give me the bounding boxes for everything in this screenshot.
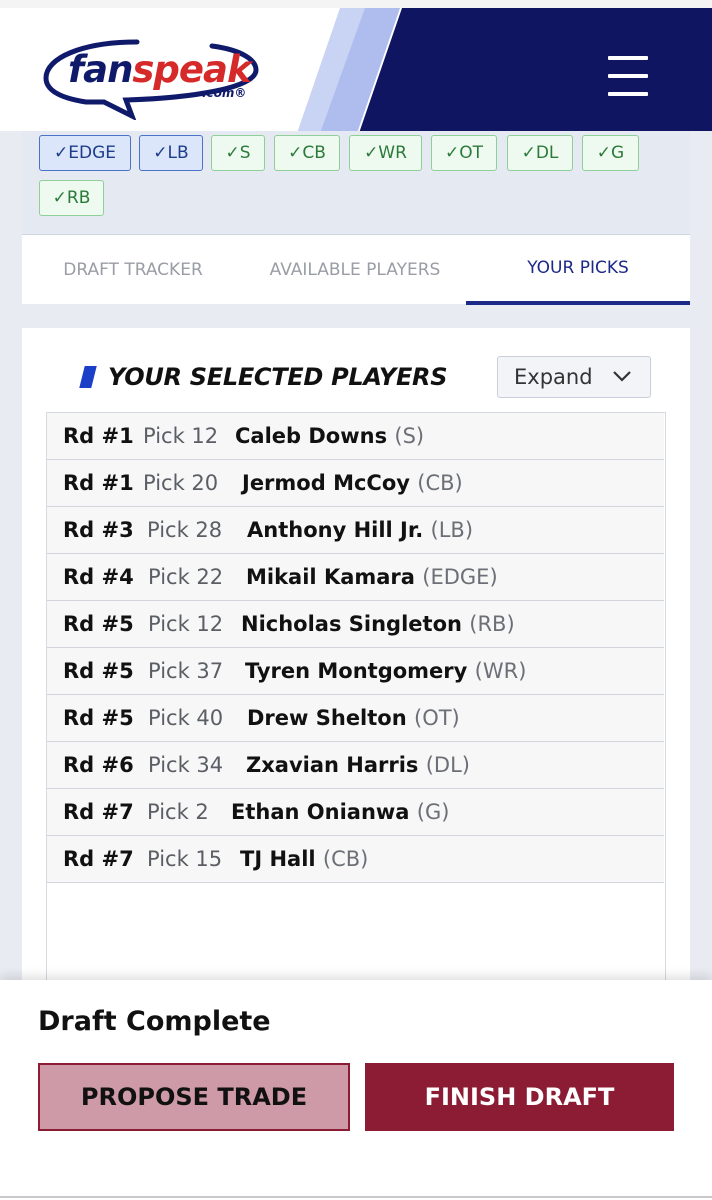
bottom-divider — [0, 1196, 712, 1198]
site-header: fanspeak .com® — [0, 0, 712, 131]
tab-available-players[interactable]: AVAILABLE PLAYERS — [244, 235, 466, 305]
round-cell: Rd #4 — [63, 565, 134, 589]
filter-chip-s[interactable]: ✓S — [211, 135, 265, 171]
round-cell: Rd #6 — [63, 753, 134, 777]
filter-chip-g[interactable]: ✓G — [582, 135, 639, 171]
round-cell: Rd #5 — [63, 612, 134, 636]
draft-status: Draft Complete — [38, 1006, 271, 1037]
logo-domain: .com® — [202, 86, 247, 100]
filter-chip-cb[interactable]: ✓CB — [274, 135, 340, 171]
player-cell: Mikail Kamara (EDGE) — [246, 565, 498, 589]
round-cell: Rd #7 — [63, 847, 134, 871]
table-row[interactable]: Rd #1 Pick 20 Jermod McCoy (CB) — [47, 460, 664, 507]
round-cell: Rd #7 — [63, 800, 134, 824]
player-cell: Drew Shelton (OT) — [247, 706, 460, 730]
player-cell: Caleb Downs (S) — [235, 424, 425, 448]
filter-chip-wr[interactable]: ✓WR — [349, 135, 422, 171]
table-row[interactable]: Rd #5 Pick 40 Drew Shelton (OT) — [47, 695, 664, 742]
round-cell: Rd #5 — [63, 706, 134, 730]
position-filters: ✓EDGE ✓LB ✓S ✓CB ✓WR ✓OT ✓DL ✓G ✓RB — [22, 131, 690, 233]
player-cell: Tyren Montgomery (WR) — [245, 659, 527, 683]
tab-your-picks[interactable]: YOUR PICKS — [466, 235, 690, 305]
filter-chip-edge[interactable]: ✓EDGE — [39, 135, 131, 171]
chevron-down-icon — [613, 371, 631, 382]
player-cell: Jermod McCoy (CB) — [242, 471, 463, 495]
fanspeak-logo[interactable]: fanspeak .com® — [42, 36, 272, 120]
section-title: YOUR SELECTED PLAYERS — [108, 363, 448, 391]
filter-chip-ot[interactable]: ✓OT — [431, 135, 497, 171]
expand-button[interactable]: Expand — [497, 356, 651, 398]
pick-cell: Pick 2 — [147, 800, 209, 824]
pick-cell: Pick 12 — [143, 424, 219, 448]
table-row[interactable]: Rd #5 Pick 12 Nicholas Singleton (RB) — [47, 601, 664, 648]
filter-chip-rb[interactable]: ✓RB — [39, 180, 104, 216]
round-cell: Rd #1 — [63, 471, 134, 495]
round-cell: Rd #3 — [63, 518, 134, 542]
finish-draft-button[interactable]: FINISH DRAFT — [365, 1063, 674, 1131]
table-row[interactable]: Rd #3 Pick 28 Anthony Hill Jr. (LB) — [47, 507, 664, 554]
propose-trade-button[interactable]: PROPOSE TRADE — [38, 1063, 350, 1131]
table-row[interactable]: Rd #4 Pick 22 Mikail Kamara (EDGE) — [47, 554, 664, 601]
picks-table: Rd #1 Pick 12 Caleb Downs (S) Rd #1 Pick… — [46, 412, 666, 992]
pick-cell: Pick 34 — [148, 753, 224, 777]
pick-cell: Pick 37 — [148, 659, 224, 683]
player-cell: Ethan Onianwa (G) — [231, 800, 450, 824]
pick-cell: Pick 22 — [148, 565, 224, 589]
hamburger-menu-icon[interactable] — [606, 56, 650, 96]
player-cell: Nicholas Singleton (RB) — [241, 612, 515, 636]
filter-chip-lb[interactable]: ✓LB — [139, 135, 203, 171]
tab-bar: DRAFT TRACKER AVAILABLE PLAYERS YOUR PIC… — [22, 234, 690, 305]
tab-draft-tracker[interactable]: DRAFT TRACKER — [22, 235, 244, 305]
pick-cell: Pick 20 — [143, 471, 219, 495]
logo-wordmark: fanspeak — [68, 48, 252, 91]
round-cell: Rd #5 — [63, 659, 134, 683]
pick-cell: Pick 15 — [147, 847, 223, 871]
filter-chip-dl[interactable]: ✓DL — [507, 135, 573, 171]
table-row[interactable]: Rd #7 Pick 15 TJ Hall (CB) — [47, 836, 664, 883]
round-cell: Rd #1 — [63, 424, 134, 448]
player-cell: Anthony Hill Jr. (LB) — [247, 518, 474, 542]
table-row[interactable]: Rd #7 Pick 2 Ethan Onianwa (G) — [47, 789, 664, 836]
table-row[interactable]: Rd #6 Pick 34 Zxavian Harris (DL) — [47, 742, 664, 789]
expand-label: Expand — [514, 365, 593, 389]
pick-cell: Pick 40 — [148, 706, 224, 730]
player-cell: TJ Hall (CB) — [240, 847, 369, 871]
pick-cell: Pick 28 — [147, 518, 223, 542]
pick-cell: Pick 12 — [148, 612, 224, 636]
table-row[interactable]: Rd #1 Pick 12 Caleb Downs (S) — [47, 413, 664, 460]
table-row[interactable]: Rd #5 Pick 37 Tyren Montgomery (WR) — [47, 648, 664, 695]
player-cell: Zxavian Harris (DL) — [246, 753, 470, 777]
